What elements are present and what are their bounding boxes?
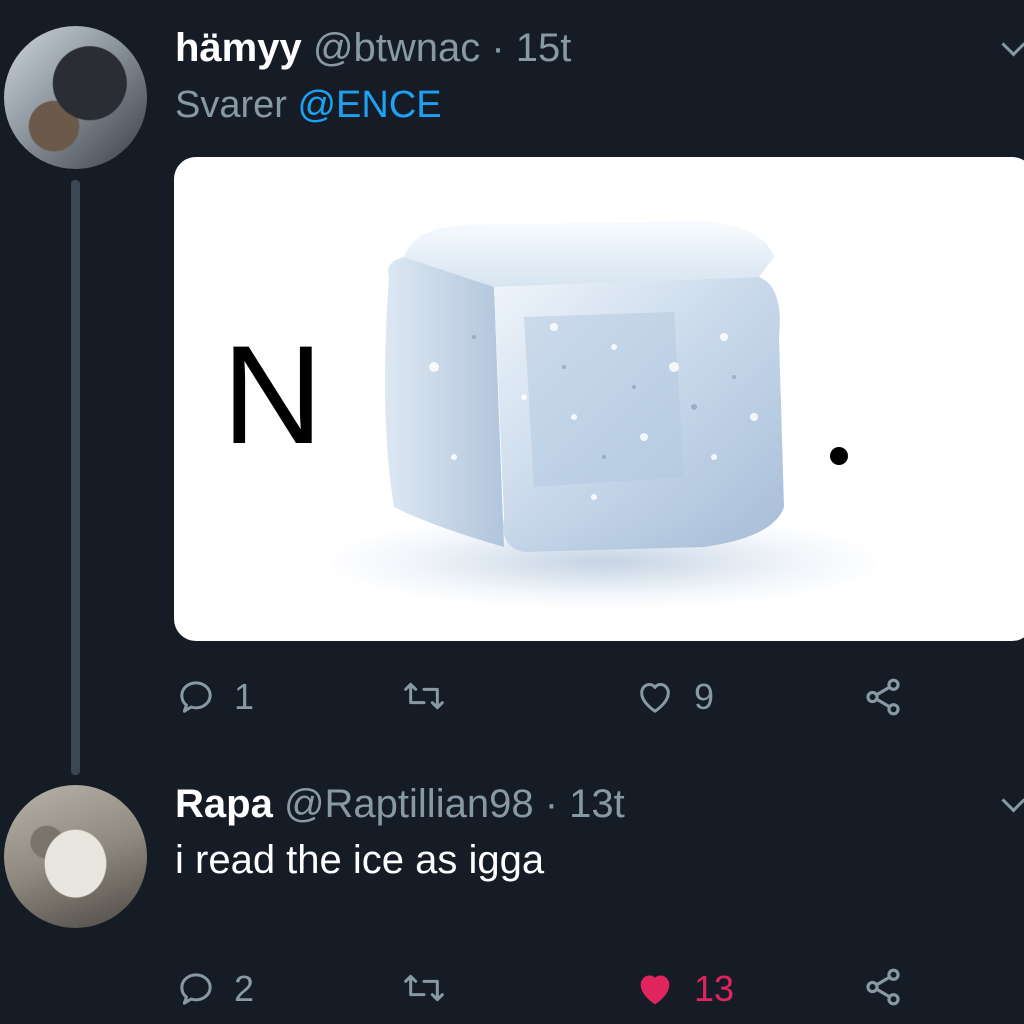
thread-line [71,180,80,775]
retweet-icon [404,974,444,1002]
ice-cube-image [385,221,784,552]
reply-prefix: Svarer [175,84,287,126]
share-icon [866,968,900,1006]
reply-count: 2 [234,968,255,1009]
tweet-header: hämyy @btwnac · 15t [175,26,571,71]
display-name[interactable]: hämyy [175,26,302,70]
share-button[interactable] [862,966,904,1008]
share-icon [866,678,900,716]
reply-count: 1 [234,676,255,717]
reply-icon [180,973,212,1005]
like-count: 9 [694,676,715,717]
tweet-header: Rapa @Raptillian98 · 13t [175,782,625,827]
media-image[interactable]: N [174,157,1024,641]
retweet-icon [404,682,444,710]
reply-button[interactable]: 1 [176,676,254,718]
avatar[interactable] [4,26,147,169]
chevron-down-icon[interactable] [1001,788,1024,813]
heart-icon [640,975,670,1005]
avatar[interactable] [4,785,147,928]
retweet-button[interactable] [400,676,466,716]
reply-button[interactable]: 2 [176,968,254,1010]
separator: · [544,782,559,826]
timestamp[interactable]: 15t [516,26,572,70]
like-button[interactable]: 9 [634,676,714,718]
reply-context: Svarer @ENCE [175,84,442,127]
chevron-down-icon[interactable] [1001,32,1024,57]
tweet-text: i read the ice as igga [175,838,545,882]
separator: · [491,26,505,70]
handle[interactable]: @btwnac [313,26,480,70]
like-count: 13 [694,968,735,1009]
reply-icon [180,681,212,713]
display-name[interactable]: Rapa [175,782,273,826]
share-button[interactable] [862,676,904,718]
image-dot [830,447,848,465]
heart-icon [640,683,670,713]
handle[interactable]: @Raptillian98 [284,782,534,826]
reply-mention[interactable]: @ENCE [297,84,441,126]
timestamp[interactable]: 13t [569,782,625,826]
image-letter: N [222,316,324,473]
retweet-button[interactable] [400,968,466,1008]
like-button[interactable]: 13 [634,968,734,1010]
